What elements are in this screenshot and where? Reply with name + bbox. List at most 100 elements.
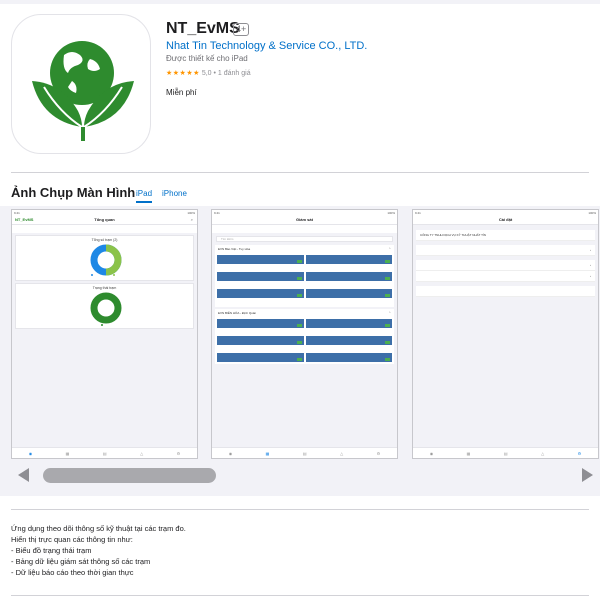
earth-leaf-icon bbox=[32, 41, 134, 141]
station-cell[interactable] bbox=[305, 255, 392, 264]
station-group-header[interactable]: EVN Bảo Việt - Tuy Hòa ⌃ bbox=[215, 245, 394, 253]
cell-footer bbox=[217, 282, 304, 288]
station-cell[interactable] bbox=[217, 353, 304, 362]
chevron-right-icon: › bbox=[590, 263, 591, 267]
tab-bar[interactable]: ◉ ▦ ▤ △ ⚙ bbox=[212, 447, 397, 458]
settings-row[interactable]: › bbox=[416, 245, 595, 256]
station-grid bbox=[215, 317, 394, 364]
age-rating-badge: 4+ bbox=[233, 23, 250, 36]
app-description: Ứng dụng theo dõi thông số kỹ thuật tại … bbox=[11, 523, 186, 578]
chevron-right-icon: › bbox=[590, 274, 591, 278]
tab-report-icon[interactable]: ▤ bbox=[303, 451, 307, 456]
cell-footer bbox=[217, 329, 304, 335]
company-row[interactable]: CÔNG TY TNHH DỊCH VỤ KỸ THUẬT NHẤT TÍN bbox=[416, 230, 595, 241]
rating-text: 5,0 • 1 đánh giá bbox=[201, 70, 251, 77]
station-grid bbox=[215, 253, 394, 307]
designed-for-label: Được thiết kế cho iPad bbox=[166, 54, 248, 63]
tab-overview-icon[interactable]: ◉ bbox=[29, 451, 33, 456]
station-cell[interactable] bbox=[217, 319, 304, 328]
nav-title: Cài đặt bbox=[498, 217, 513, 222]
price-label: Miễn phí bbox=[166, 88, 197, 97]
description-line: Hiển thị trực quan các thông tin như: bbox=[11, 535, 133, 544]
company-name: CÔNG TY TNHH DỊCH VỤ KỸ THUẬT NHẤT TÍN bbox=[420, 233, 486, 237]
scroll-left-arrow-icon[interactable] bbox=[18, 468, 29, 482]
screenshot-settings[interactable]: 9:41 100% Cài đặt CÔNG TY TNHH DỊCH VỤ KỸ… bbox=[412, 209, 599, 459]
station-cell[interactable] bbox=[305, 353, 392, 362]
station-count-card: Tổng số trạm (2) bbox=[15, 235, 194, 281]
settings-row[interactable]: › bbox=[416, 260, 595, 271]
divider bbox=[11, 172, 589, 173]
station-cell[interactable] bbox=[305, 336, 392, 345]
navbar: Giám sát bbox=[212, 215, 397, 225]
tab-alert-icon[interactable]: △ bbox=[140, 451, 143, 456]
screenshots-title: Ảnh Chụp Màn Hình bbox=[11, 185, 136, 200]
cell-footer bbox=[306, 346, 393, 352]
cell-footer bbox=[306, 299, 393, 305]
app-icon bbox=[11, 14, 151, 154]
chevron-up-icon: ⌃ bbox=[388, 247, 391, 251]
status-donut-chart bbox=[90, 292, 122, 326]
rating-row: ★★★★★ 5,0 • 1 đánh giá bbox=[166, 69, 251, 77]
tab-bar[interactable]: ◉ ▦ ▤ △ ⚙ bbox=[12, 447, 197, 458]
description-line: - Dữ liệu báo cáo theo thời gian thực bbox=[11, 568, 134, 577]
active-tab-indicator bbox=[136, 201, 152, 203]
scroll-right-arrow-icon[interactable] bbox=[582, 468, 593, 482]
cell-footer bbox=[306, 265, 393, 271]
station-cell[interactable] bbox=[217, 272, 304, 281]
cell-footer bbox=[217, 265, 304, 271]
tab-report-icon[interactable]: ▤ bbox=[504, 451, 508, 456]
top-strip bbox=[0, 0, 600, 4]
nav-title: Giám sát bbox=[296, 217, 313, 222]
tab-overview-icon[interactable]: ◉ bbox=[430, 451, 434, 456]
station-cell[interactable] bbox=[217, 289, 304, 298]
group-name: EVN Bảo Việt - Tuy Hòa bbox=[218, 247, 251, 251]
description-line: - Biểu đồ trạng thái trạm bbox=[11, 546, 92, 555]
screenshot-monitoring[interactable]: 9:41 100% Giám sát Tìm kiếm EVN Bảo Việt … bbox=[211, 209, 398, 459]
tab-iphone[interactable]: iPhone bbox=[162, 189, 187, 198]
tab-settings-icon[interactable]: ⚙ bbox=[377, 451, 381, 456]
tab-monitor-icon[interactable]: ▦ bbox=[467, 451, 471, 456]
station-cell[interactable] bbox=[305, 272, 392, 281]
navbar: NT_EvMS Tổng quan ⌕ bbox=[12, 215, 197, 225]
logout-row[interactable] bbox=[416, 286, 595, 297]
station-cell[interactable] bbox=[305, 319, 392, 328]
navbar: Cài đặt bbox=[413, 215, 598, 225]
tab-alert-icon[interactable]: △ bbox=[340, 451, 343, 456]
date-subline bbox=[12, 225, 197, 233]
cell-footer bbox=[306, 329, 393, 335]
group-name: EVN BIÊN HÒA - Định Quán bbox=[218, 311, 257, 315]
date-subline bbox=[212, 225, 397, 233]
divider bbox=[11, 595, 589, 596]
screenshot-overview[interactable]: 9:41 100% NT_EvMS Tổng quan ⌕ Tổng số trạ… bbox=[11, 209, 198, 459]
settings-row[interactable]: › bbox=[416, 271, 595, 282]
description-line: Ứng dụng theo dõi thông số kỹ thuật tại … bbox=[11, 524, 186, 533]
tab-report-icon[interactable]: ▤ bbox=[103, 451, 107, 456]
station-group-header[interactable]: EVN BIÊN HÒA - Định Quán ⌃ bbox=[215, 309, 394, 317]
donut-chart bbox=[90, 244, 122, 276]
tab-monitor-icon[interactable]: ▦ bbox=[66, 451, 70, 456]
tab-ipad[interactable]: iPad bbox=[136, 189, 152, 198]
tab-monitor-icon[interactable]: ▦ bbox=[266, 451, 270, 456]
tab-alert-icon[interactable]: △ bbox=[541, 451, 544, 456]
cell-footer bbox=[217, 299, 304, 305]
search-input[interactable]: Tìm kiếm bbox=[216, 236, 393, 242]
station-status-card: Trạng thái trạm bbox=[15, 283, 194, 329]
station-cell[interactable] bbox=[217, 255, 304, 264]
tab-bar[interactable]: ◉ ▦ ▤ △ ⚙ bbox=[413, 447, 598, 458]
star-rating-icon: ★★★★★ bbox=[166, 70, 200, 77]
divider bbox=[11, 509, 589, 510]
tab-settings-icon[interactable]: ⚙ bbox=[177, 451, 181, 456]
station-cell[interactable] bbox=[305, 289, 392, 298]
tab-overview-icon[interactable]: ◉ bbox=[229, 451, 233, 456]
tab-settings-icon[interactable]: ⚙ bbox=[578, 451, 582, 456]
description-line: - Bảng dữ liệu giám sát thông số các trạ… bbox=[11, 557, 151, 566]
cell-footer bbox=[306, 282, 393, 288]
app-title: NT_EvMS bbox=[166, 20, 240, 37]
developer-link[interactable]: Nhat Tin Technology & Service CO., LTD. bbox=[166, 40, 367, 52]
gallery-scrollbar[interactable] bbox=[43, 468, 216, 483]
cell-footer bbox=[217, 346, 304, 352]
nav-title: Tổng quan bbox=[94, 217, 115, 222]
station-cell[interactable] bbox=[217, 336, 304, 345]
search-icon: ⌕ bbox=[190, 217, 193, 222]
chevron-up-icon: ⌃ bbox=[388, 311, 391, 315]
